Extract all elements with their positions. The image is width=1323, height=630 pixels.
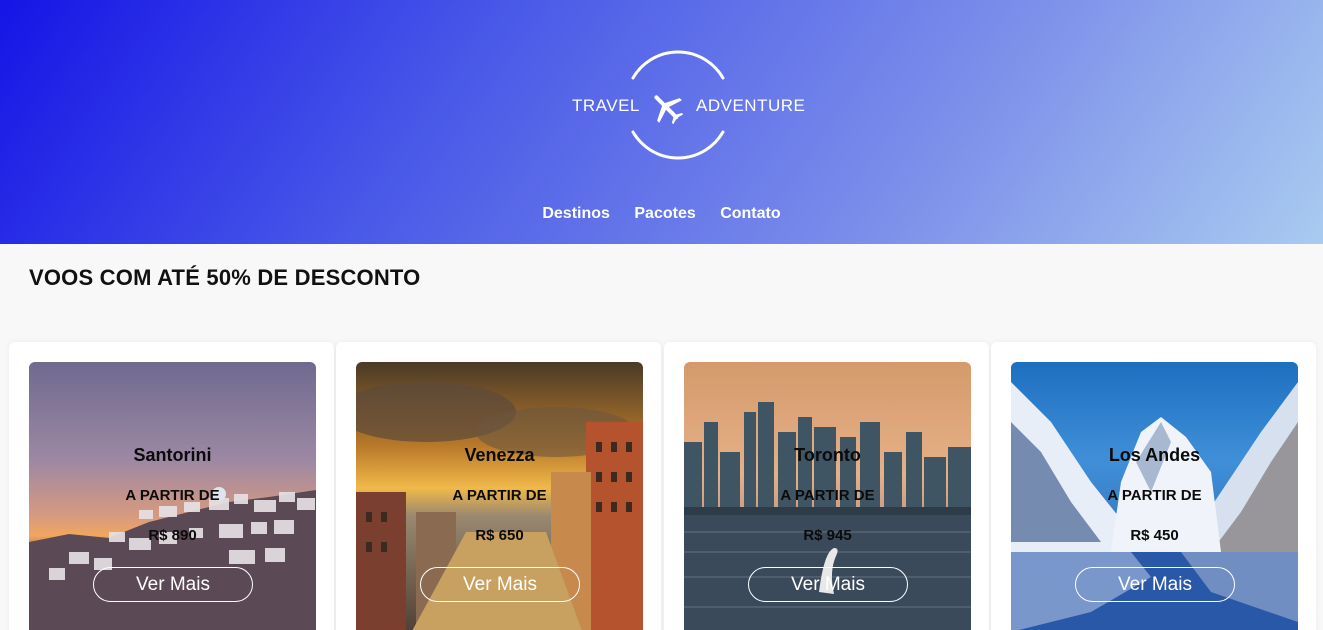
ver-mais-button[interactable]: Ver Mais (93, 567, 253, 602)
site-logo[interactable]: TRAVEL ADVENTURE (565, 46, 810, 168)
logo-text-adventure: ADVENTURE (696, 96, 806, 115)
card-from-label: A PARTIR DE (1107, 487, 1202, 504)
section-title: VOOS COM ATÉ 50% DE DESCONTO (29, 265, 421, 290)
nav-link-contato[interactable]: Contato (720, 205, 780, 223)
card-destination-name: Toronto (794, 445, 861, 465)
ver-mais-button[interactable]: Ver Mais (1075, 567, 1235, 602)
card-destination-name: Venezza (464, 445, 535, 465)
airplane-icon (654, 95, 684, 125)
ver-mais-button[interactable]: Ver Mais (748, 567, 908, 602)
card-from-label: A PARTIR DE (780, 487, 875, 504)
destination-card-santorini: Santorini A PARTIR DE R$ 890 Ver Mais (9, 342, 334, 630)
card-price: R$ 945 (803, 527, 852, 544)
logo-text-travel: TRAVEL (572, 96, 640, 115)
nav-link-destinos[interactable]: Destinos (542, 205, 610, 223)
card-image: Los Andes A PARTIR DE R$ 450 Ver Mais (1011, 362, 1298, 630)
card-from-label: A PARTIR DE (125, 487, 220, 504)
card-price: R$ 890 (148, 527, 197, 544)
card-price: R$ 650 (475, 527, 524, 544)
card-from-label: A PARTIR DE (452, 487, 547, 504)
card-destination-name: Santorini (133, 445, 212, 465)
card-price: R$ 450 (1130, 527, 1179, 544)
ver-mais-button[interactable]: Ver Mais (420, 567, 580, 602)
hero-banner: TRAVEL ADVENTURE Destinos Pacotes Contat… (0, 0, 1323, 244)
card-image: Santorini A PARTIR DE R$ 890 Ver Mais (29, 362, 316, 630)
card-image: Toronto A PARTIR DE R$ 945 Ver Mais (684, 362, 971, 630)
destination-card-toronto: Toronto A PARTIR DE R$ 945 Ver Mais (664, 342, 989, 630)
card-destination-name: Los Andes (1108, 445, 1201, 465)
nav-link-pacotes[interactable]: Pacotes (634, 205, 695, 223)
main-nav: Destinos Pacotes Contato (0, 205, 1323, 223)
card-image: Venezza A PARTIR DE R$ 650 Ver Mais (356, 362, 643, 630)
destination-card-venezza: Venezza A PARTIR DE R$ 650 Ver Mais (336, 342, 661, 630)
destination-card-los-andes: Los Andes A PARTIR DE R$ 450 Ver Mais (991, 342, 1316, 630)
